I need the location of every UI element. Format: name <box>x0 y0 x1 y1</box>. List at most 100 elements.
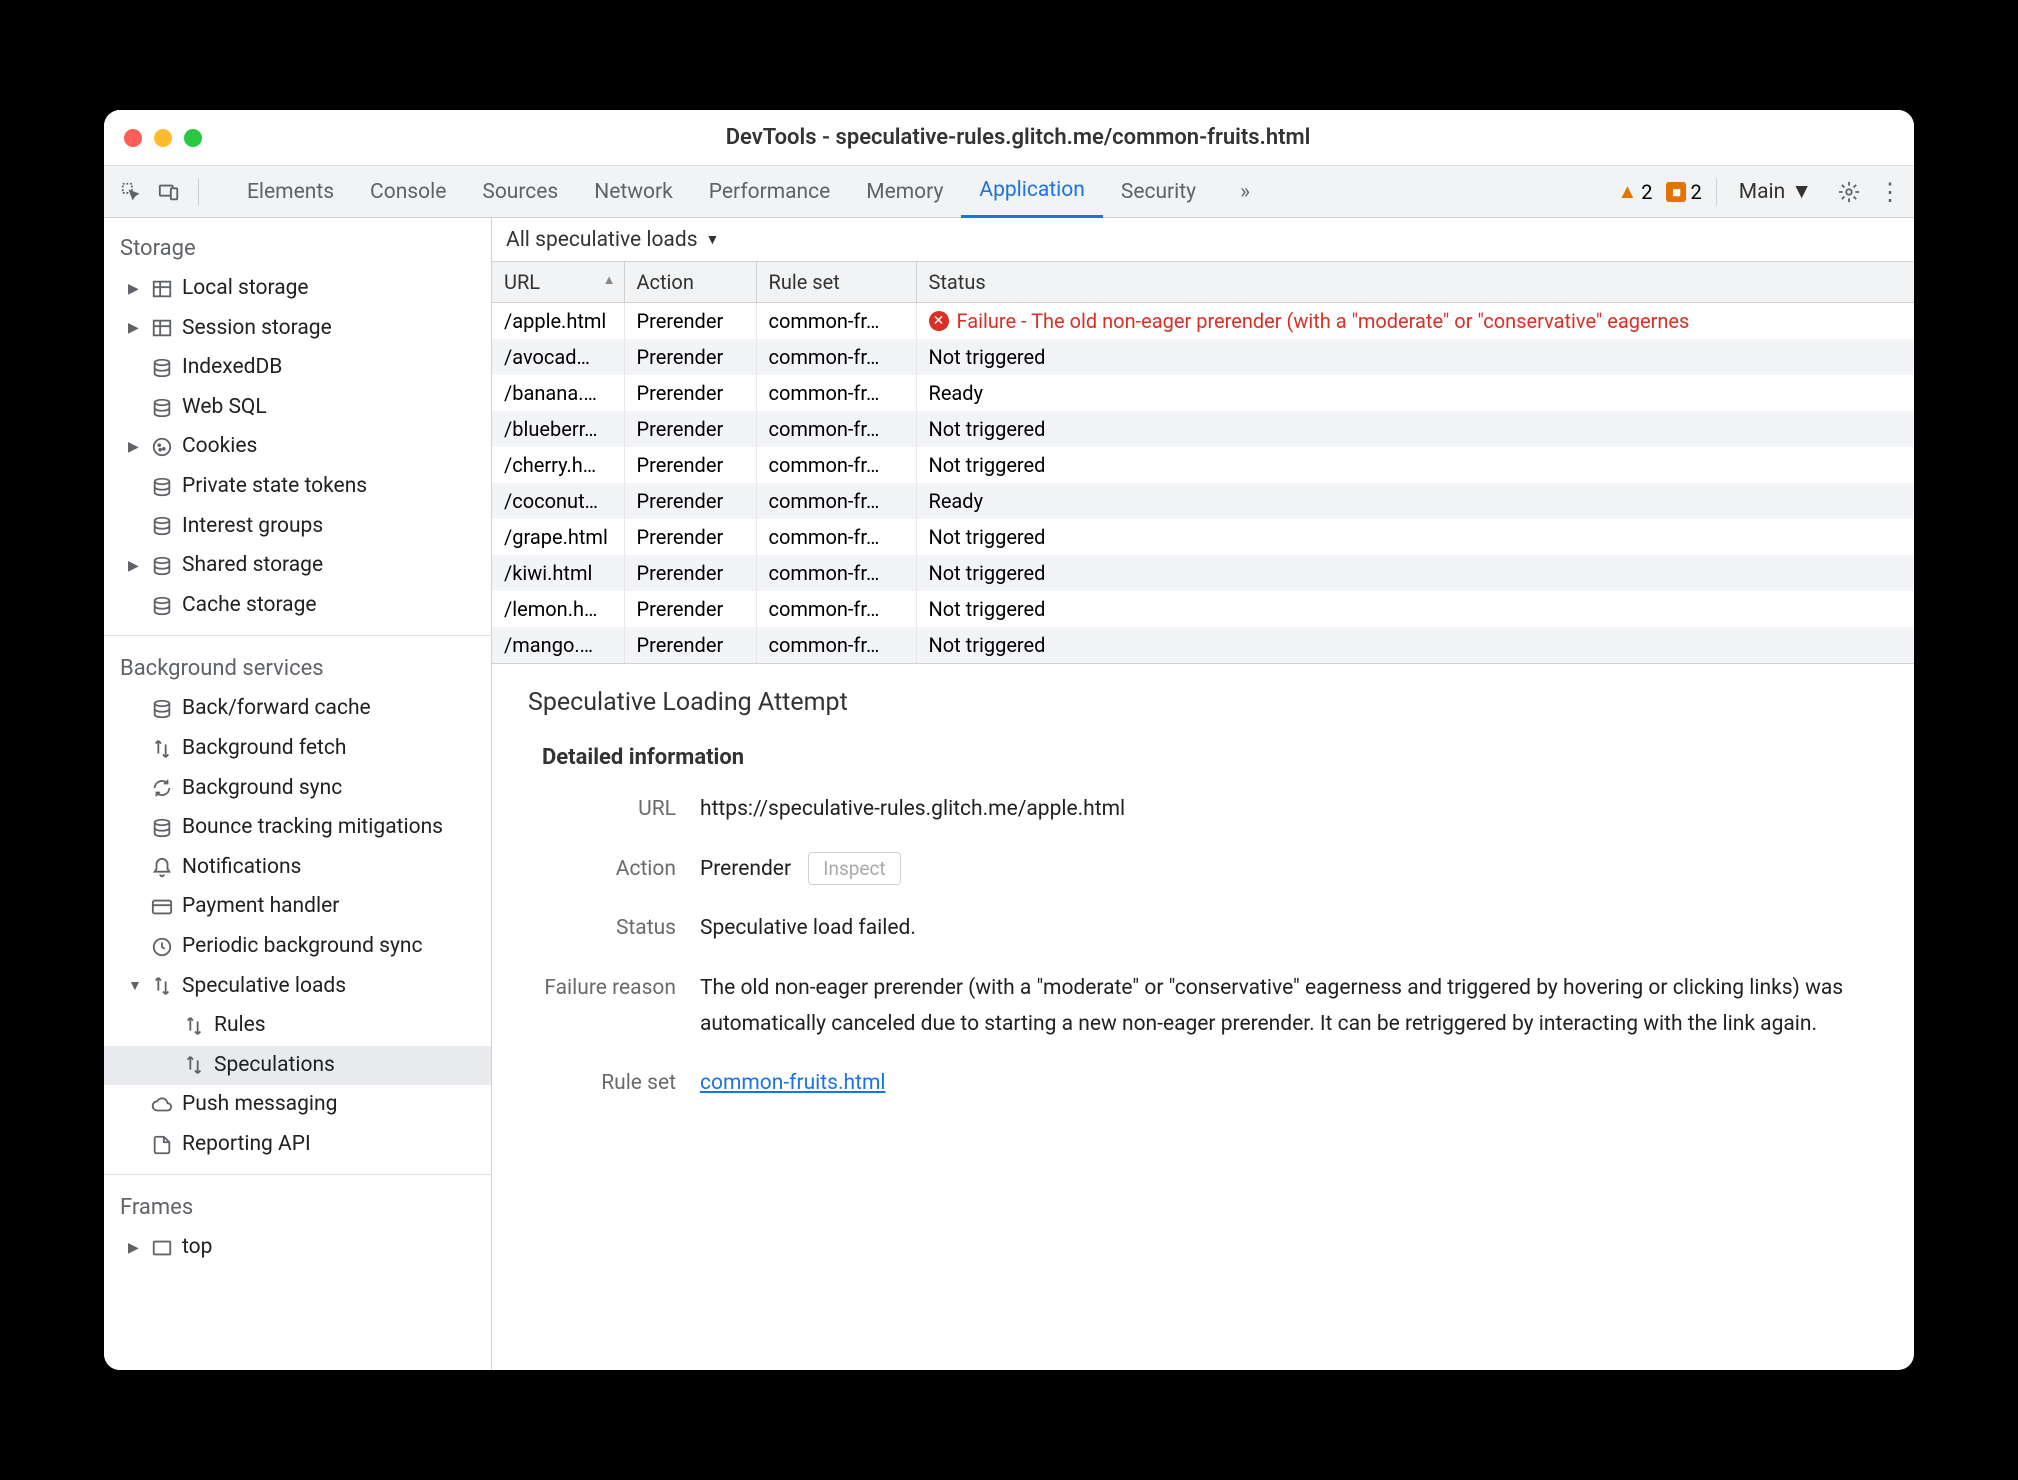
traffic-lights <box>124 129 202 147</box>
main-panel: All speculative loads ▼ URL▲ActionRule s… <box>492 218 1914 1370</box>
sidebar-item-label: Speculative loads <box>182 970 346 1004</box>
more-menu-icon[interactable]: ⋮ <box>1878 178 1902 206</box>
table-row[interactable]: /blueberr…Prerendercommon-fr…Not trigger… <box>492 411 1914 447</box>
sidebar-item-private-state-tokens[interactable]: Private state tokens <box>104 467 491 507</box>
cell-rule: common-fr… <box>756 375 916 411</box>
sidebar-item-reporting-api[interactable]: Reporting API <box>104 1125 491 1165</box>
titlebar: DevTools - speculative-rules.glitch.me/c… <box>104 110 1914 166</box>
sidebar-item-bounce-tracking-mitigations[interactable]: Bounce tracking mitigations <box>104 808 491 848</box>
errors-badge[interactable]: ■ 2 <box>1666 180 1701 204</box>
cell-rule: common-fr… <box>756 591 916 627</box>
db-icon <box>150 397 174 419</box>
sidebar-item-rules[interactable]: Rules <box>104 1006 491 1046</box>
chevron-down-icon: ▼ <box>1791 180 1812 204</box>
minimize-window-button[interactable] <box>154 129 172 147</box>
cell-action: Prerender <box>624 303 756 340</box>
table-row[interactable]: /apple.htmlPrerendercommon-fr…✕Failure -… <box>492 303 1914 340</box>
sidebar-item-indexeddb[interactable]: IndexedDB <box>104 348 491 388</box>
sidebar-item-local-storage[interactable]: ▶Local storage <box>104 269 491 309</box>
cell-action: Prerender <box>624 411 756 447</box>
sync-icon <box>150 777 174 799</box>
table-row[interactable]: /banana.…Prerendercommon-fr…Ready <box>492 375 1914 411</box>
window-title: DevTools - speculative-rules.glitch.me/c… <box>202 125 1834 150</box>
table-row[interactable]: /mango.…Prerendercommon-fr…Not triggered <box>492 627 1914 663</box>
warnings-badge[interactable]: ▲ 2 <box>1617 179 1652 204</box>
tab-elements[interactable]: Elements <box>229 166 352 218</box>
sidebar-item-cache-storage[interactable]: Cache storage <box>104 586 491 626</box>
column-header-action[interactable]: Action <box>624 262 756 303</box>
cell-rule: common-fr… <box>756 519 916 555</box>
sidebar-item-label: Web SQL <box>182 391 267 425</box>
chevron-right-icon: ▶ <box>128 317 142 339</box>
tab-console[interactable]: Console <box>352 166 464 218</box>
table-row[interactable]: /grape.htmlPrerendercommon-fr…Not trigge… <box>492 519 1914 555</box>
cell-action: Prerender <box>624 627 756 663</box>
device-toolbar-icon[interactable] <box>154 177 184 207</box>
column-header-rule-set[interactable]: Rule set <box>756 262 916 303</box>
file-icon <box>150 1134 174 1156</box>
table-row[interactable]: /lemon.h…Prerendercommon-fr…Not triggere… <box>492 591 1914 627</box>
sidebar-item-label: Speculations <box>214 1049 335 1083</box>
settings-icon[interactable] <box>1834 177 1864 207</box>
table-row[interactable]: /kiwi.htmlPrerendercommon-fr…Not trigger… <box>492 555 1914 591</box>
sidebar-item-label: Rules <box>214 1009 266 1043</box>
sidebar-item-push-messaging[interactable]: Push messaging <box>104 1085 491 1125</box>
tab-security[interactable]: Security <box>1103 166 1214 218</box>
cell-status: Not triggered <box>916 555 1914 591</box>
cell-status: Not triggered <box>916 627 1914 663</box>
sidebar-item-periodic-background-sync[interactable]: Periodic background sync <box>104 927 491 967</box>
inspect-button[interactable]: Inspect <box>808 852 900 885</box>
cell-url: /lemon.h… <box>492 591 624 627</box>
sidebar-item-label: Session storage <box>182 312 332 346</box>
detail-ruleset-link[interactable]: common-fruits.html <box>700 1071 885 1095</box>
cell-status: Ready <box>916 375 1914 411</box>
application-sidebar: Storage ▶Local storage▶Session storageIn… <box>104 218 492 1370</box>
cell-status: Not triggered <box>916 591 1914 627</box>
column-header-url[interactable]: URL▲ <box>492 262 624 303</box>
cell-action: Prerender <box>624 519 756 555</box>
cell-status: Not triggered <box>916 339 1914 375</box>
sidebar-item-back-forward-cache[interactable]: Back/forward cache <box>104 689 491 729</box>
sidebar-item-web-sql[interactable]: Web SQL <box>104 388 491 428</box>
sidebar-item-speculative-loads[interactable]: ▼Speculative loads <box>104 967 491 1007</box>
tabs-overflow[interactable]: » <box>1222 166 1268 218</box>
table-row[interactable]: /cherry.h…Prerendercommon-fr…Not trigger… <box>492 447 1914 483</box>
column-header-status[interactable]: Status <box>916 262 1914 303</box>
sidebar-item-background-fetch[interactable]: Background fetch <box>104 729 491 769</box>
sidebar-item-notifications[interactable]: Notifications <box>104 848 491 888</box>
close-window-button[interactable] <box>124 129 142 147</box>
sidebar-item-shared-storage[interactable]: ▶Shared storage <box>104 546 491 586</box>
sidebar-item-payment-handler[interactable]: Payment handler <box>104 887 491 927</box>
tab-application[interactable]: Application <box>961 166 1102 218</box>
table-row[interactable]: /coconut…Prerendercommon-fr…Ready <box>492 483 1914 519</box>
sidebar-item-speculations[interactable]: Speculations <box>104 1046 491 1086</box>
sidebar-item-top[interactable]: ▶top <box>104 1228 491 1268</box>
cell-rule: common-fr… <box>756 303 916 340</box>
cell-url: /kiwi.html <box>492 555 624 591</box>
updown-icon <box>182 1054 206 1076</box>
sidebar-item-session-storage[interactable]: ▶ Session storage <box>104 309 491 349</box>
cell-status: Not triggered <box>916 519 1914 555</box>
sidebar-item-interest-groups[interactable]: Interest groups <box>104 507 491 547</box>
storage-section-title: Storage <box>104 226 491 269</box>
detail-failure-label: Failure reason <box>528 971 676 1042</box>
updown-icon <box>150 975 174 997</box>
cell-url: /grape.html <box>492 519 624 555</box>
maximize-window-button[interactable] <box>184 129 202 147</box>
sidebar-item-background-sync[interactable]: Background sync <box>104 769 491 809</box>
sidebar-item-cookies[interactable]: ▶Cookies <box>104 427 491 467</box>
filter-bar[interactable]: All speculative loads ▼ <box>492 218 1914 262</box>
sidebar-item-label: Interest groups <box>182 510 323 544</box>
cell-rule: common-fr… <box>756 447 916 483</box>
db-icon <box>150 698 174 720</box>
cloud-icon <box>150 1094 174 1116</box>
inspect-element-icon[interactable] <box>116 177 146 207</box>
tab-network[interactable]: Network <box>576 166 691 218</box>
cell-rule: common-fr… <box>756 555 916 591</box>
tab-performance[interactable]: Performance <box>691 166 848 218</box>
tab-memory[interactable]: Memory <box>848 166 961 218</box>
cell-url: /cherry.h… <box>492 447 624 483</box>
table-row[interactable]: /avocad…Prerendercommon-fr…Not triggered <box>492 339 1914 375</box>
tab-sources[interactable]: Sources <box>464 166 576 218</box>
target-selector[interactable]: Main ▼ <box>1731 180 1820 204</box>
